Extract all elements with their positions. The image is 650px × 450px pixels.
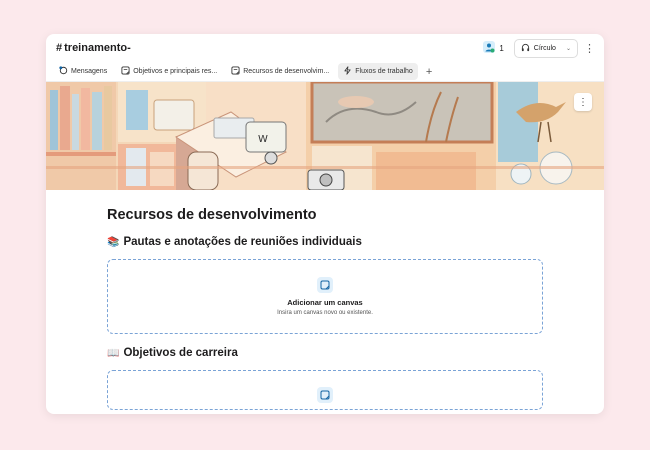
canvas-icon	[121, 66, 130, 77]
section-heading-career: 📖 Objetivos de carreira	[107, 347, 543, 359]
canvas-icon	[317, 387, 333, 403]
tab-label: Objetivos e principais res...	[133, 68, 218, 75]
member-count: 1	[499, 43, 504, 53]
hash-icon: #	[56, 42, 63, 54]
channel-name[interactable]: # treinamento-	[56, 42, 131, 54]
huddle-label: Círculo	[533, 44, 556, 52]
header-actions: 1 Círculo ⌄ ⋮	[479, 38, 595, 58]
header-banner-illustration: W ⋮	[46, 82, 604, 190]
svg-text:W: W	[258, 134, 268, 145]
section-heading-label: Objetivos de carreira	[123, 347, 238, 359]
tab-resources[interactable]: Recursos de desenvolvim...	[226, 63, 334, 80]
tab-objectives[interactable]: Objetivos e principais res...	[116, 63, 222, 80]
tab-workflows[interactable]: Fluxos de trabalho	[338, 63, 418, 80]
canvas-icon	[317, 277, 333, 293]
tab-messages[interactable]: Mensagens	[54, 63, 112, 80]
more-options-icon[interactable]: ⋮	[584, 42, 595, 55]
app-window: # treinamento- 1 Círculo ⌄ ⋮ Mensagens O…	[46, 34, 604, 414]
tab-label: Fluxos de trabalho	[355, 68, 413, 75]
tab-bar: Mensagens Objetivos e principais res... …	[46, 62, 604, 82]
books-emoji-icon: 📚	[107, 236, 120, 248]
messages-icon	[59, 66, 68, 77]
tab-label: Recursos de desenvolvim...	[243, 68, 330, 75]
add-canvas-placeholder[interactable]: Adicionar um canvas Insira um canvas nov…	[107, 259, 543, 334]
add-canvas-title: Adicionar um canvas	[287, 298, 363, 307]
add-canvas-subtitle: Insira um canvas novo ou existente.	[277, 310, 373, 316]
channel-name-label: treinamento-	[64, 42, 131, 54]
add-tab-icon[interactable]: +	[422, 66, 436, 78]
canvas-icon	[231, 66, 240, 77]
book-emoji-icon: 📖	[107, 347, 120, 359]
canvas-document: Recursos de desenvolvimento 📚 Pautas e a…	[46, 190, 604, 410]
section-heading-label: Pautas e anotações de reuniões individua…	[123, 236, 362, 248]
chevron-down-icon: ⌄	[565, 45, 571, 52]
tab-label: Mensagens	[71, 68, 108, 75]
workflow-icon	[343, 66, 352, 77]
section-heading-meetings: 📚 Pautas e anotações de reuniões individ…	[107, 236, 543, 248]
banner-options-icon[interactable]: ⋮	[574, 93, 592, 111]
huddle-button[interactable]: Círculo ⌄	[513, 38, 578, 58]
page-title: Recursos de desenvolvimento	[107, 207, 317, 223]
add-canvas-placeholder[interactable]	[107, 370, 543, 410]
member-avatar-icon	[483, 41, 496, 55]
channel-header: # treinamento- 1 Círculo ⌄ ⋮	[46, 34, 604, 62]
headphones-icon	[521, 43, 530, 54]
members-button[interactable]: 1	[479, 39, 507, 57]
